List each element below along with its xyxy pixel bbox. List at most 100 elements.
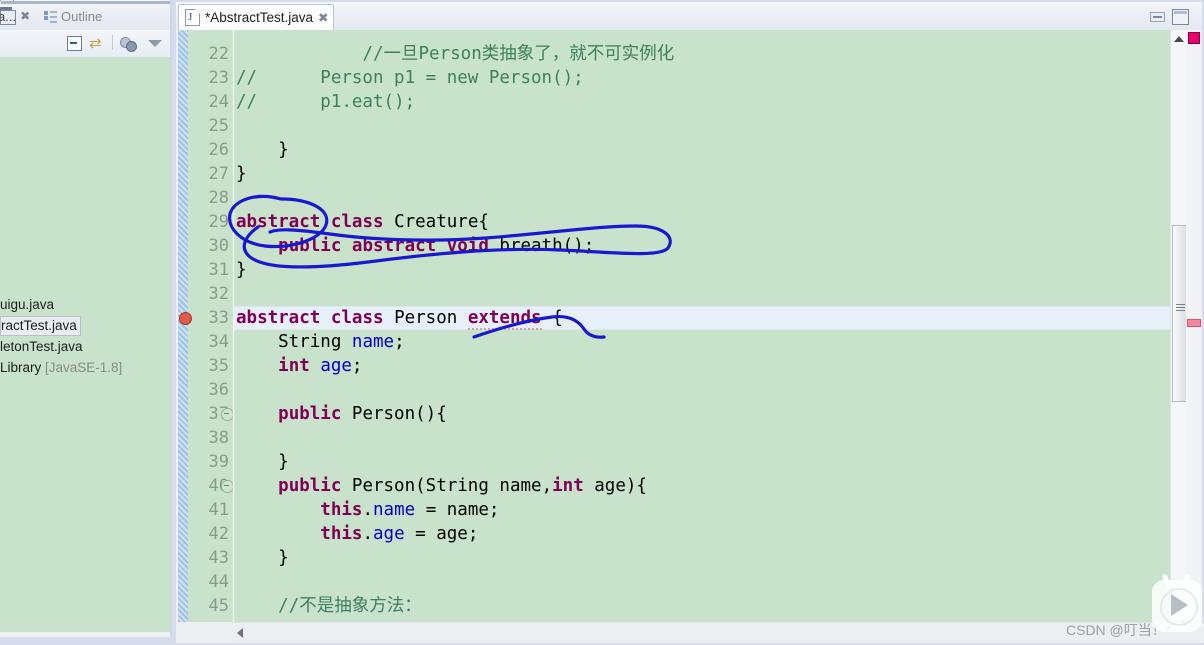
code-token: age	[320, 356, 352, 376]
list-item[interactable]: Library [JavaSE-1.8]	[0, 357, 170, 378]
code-line[interactable]: public Person(){	[236, 402, 447, 426]
panel-divider[interactable]	[170, 0, 172, 637]
error-marker-icon[interactable]	[178, 311, 192, 325]
code-token: //不是抽象方法：	[278, 596, 422, 616]
code-line[interactable]: }	[236, 450, 289, 474]
code-line[interactable]: }	[236, 258, 247, 282]
code-token: age	[373, 524, 405, 544]
scroll-up-icon[interactable]	[1174, 36, 1184, 42]
code-line[interactable]: abstract class Person extends {	[236, 306, 563, 330]
code-line[interactable]: int age;	[236, 354, 362, 378]
code-token: // p1.eat();	[236, 92, 416, 112]
code-token: = age;	[404, 524, 479, 544]
code-token: }	[236, 164, 247, 184]
code-line[interactable]: String name;	[236, 330, 405, 354]
code-line[interactable]: public abstract void breath();	[236, 234, 594, 258]
code-token: name	[373, 500, 416, 520]
code-token: Person(String	[341, 476, 500, 496]
java-file-icon	[185, 9, 200, 26]
code-token: extends	[467, 308, 542, 330]
code-token: ,	[541, 476, 553, 496]
code-token: public abstract void	[278, 236, 489, 256]
code-line[interactable]: this.name = name;	[236, 498, 499, 522]
list-item-label: uigu.java	[0, 297, 55, 312]
code-token: public	[278, 404, 342, 424]
close-icon[interactable]: ✖	[20, 9, 30, 23]
code-token: Creature{	[383, 212, 489, 232]
code-token: .	[362, 500, 373, 520]
code-token: // Person p1 = new Person();	[236, 68, 584, 88]
list-item[interactable]: uigu.java	[0, 294, 170, 315]
sidebar-tab-truncated[interactable]: a... ✖	[0, 5, 30, 27]
left-panel-toolbar: ⇄	[0, 30, 172, 57]
left-panel-tabbar: a... ✖ Outline	[0, 0, 172, 30]
code-token: public	[278, 476, 342, 496]
editor-tab-abstracttest[interactable]: *AbstractTest.java ✖	[178, 4, 334, 31]
code-line[interactable]: }	[236, 138, 289, 162]
code-line[interactable]: }	[236, 546, 289, 570]
outline-view-panel: a... ✖ Outline ⇄ uigu.java ractTest.java…	[0, 0, 172, 637]
code-line[interactable]: }	[236, 162, 247, 186]
link-with-editor-icon[interactable]: ⇄	[89, 35, 106, 52]
filter-icon[interactable]	[120, 35, 137, 52]
collapse-all-icon[interactable]	[66, 35, 83, 52]
list-item[interactable]: letonTest.java	[0, 336, 170, 357]
code-line[interactable]: public Person(String name,int age){	[236, 474, 647, 498]
maximize-icon[interactable]	[1172, 9, 1189, 25]
scroll-thumb-grip	[1176, 304, 1185, 312]
code-token: age){	[583, 476, 647, 496]
editor-window: *AbstractTest.java ✖ 2223242526272829303…	[176, 2, 1204, 643]
code-line[interactable]: this.age = age;	[236, 522, 478, 546]
code-token: this	[320, 524, 363, 544]
code-token: }	[236, 548, 289, 568]
sidebar-tab-truncated-label: a...	[0, 8, 17, 24]
code-token: ;	[394, 332, 405, 352]
vertical-scrollbar[interactable]	[1170, 30, 1188, 620]
code-token: abstract	[236, 308, 321, 328]
view-menu-icon[interactable]	[148, 37, 162, 51]
code-token: class	[330, 308, 384, 328]
code-token: breath();	[488, 236, 595, 256]
code-token: abstract	[236, 212, 321, 232]
editor-tab-label: *AbstractTest.java	[205, 10, 314, 25]
folding-column[interactable]	[220, 30, 234, 622]
code-token: name	[499, 476, 542, 496]
code-token: String	[236, 332, 352, 352]
overview-marker-ruler[interactable]	[1186, 30, 1201, 620]
code-token: = name;	[415, 500, 500, 520]
package-explorer-tree: uigu.java ractTest.java letonTest.java L…	[0, 294, 170, 378]
outline-icon	[44, 10, 57, 23]
code-token: //一旦Person类抽象了，就不可实例化	[362, 44, 675, 64]
list-item[interactable]: ractTest.java	[0, 315, 170, 336]
code-line[interactable]: abstract class Creature{	[236, 210, 489, 234]
code-token: }	[236, 140, 289, 160]
close-icon[interactable]: ✖	[318, 10, 328, 25]
error-overview-marker-top[interactable]	[1188, 32, 1200, 44]
error-overview-marker[interactable]	[1187, 319, 1201, 327]
editor-tabbar: *AbstractTest.java ✖	[176, 2, 1202, 31]
minimize-icon[interactable]	[1150, 12, 1165, 22]
code-line[interactable]: // p1.eat();	[236, 90, 415, 114]
sidebar-tab-outline-label: Outline	[61, 8, 103, 24]
code-editor[interactable]: 22 23 24 25 26 27 28 29 30 31 32 33 34 35 36 37 38 39 40 41…	[178, 30, 1200, 622]
sidebar-tab-outline[interactable]: Outline	[44, 5, 102, 27]
code-line[interactable]: //不是抽象方法：	[236, 594, 422, 618]
code-token: }	[236, 260, 247, 280]
code-token: Person	[383, 308, 468, 328]
scrollbar-corner	[176, 622, 232, 641]
code-token: Person(){	[341, 404, 447, 424]
horizontal-scrollbar[interactable]	[232, 622, 1204, 642]
code-token: class	[330, 212, 384, 232]
scroll-left-icon[interactable]	[237, 628, 243, 638]
code-line[interactable]: //一旦Person类抽象了，就不可实例化	[236, 42, 674, 66]
code-line[interactable]: // Person p1 = new Person();	[236, 66, 584, 90]
code-token: int	[278, 356, 310, 376]
code-token: }	[236, 452, 289, 472]
